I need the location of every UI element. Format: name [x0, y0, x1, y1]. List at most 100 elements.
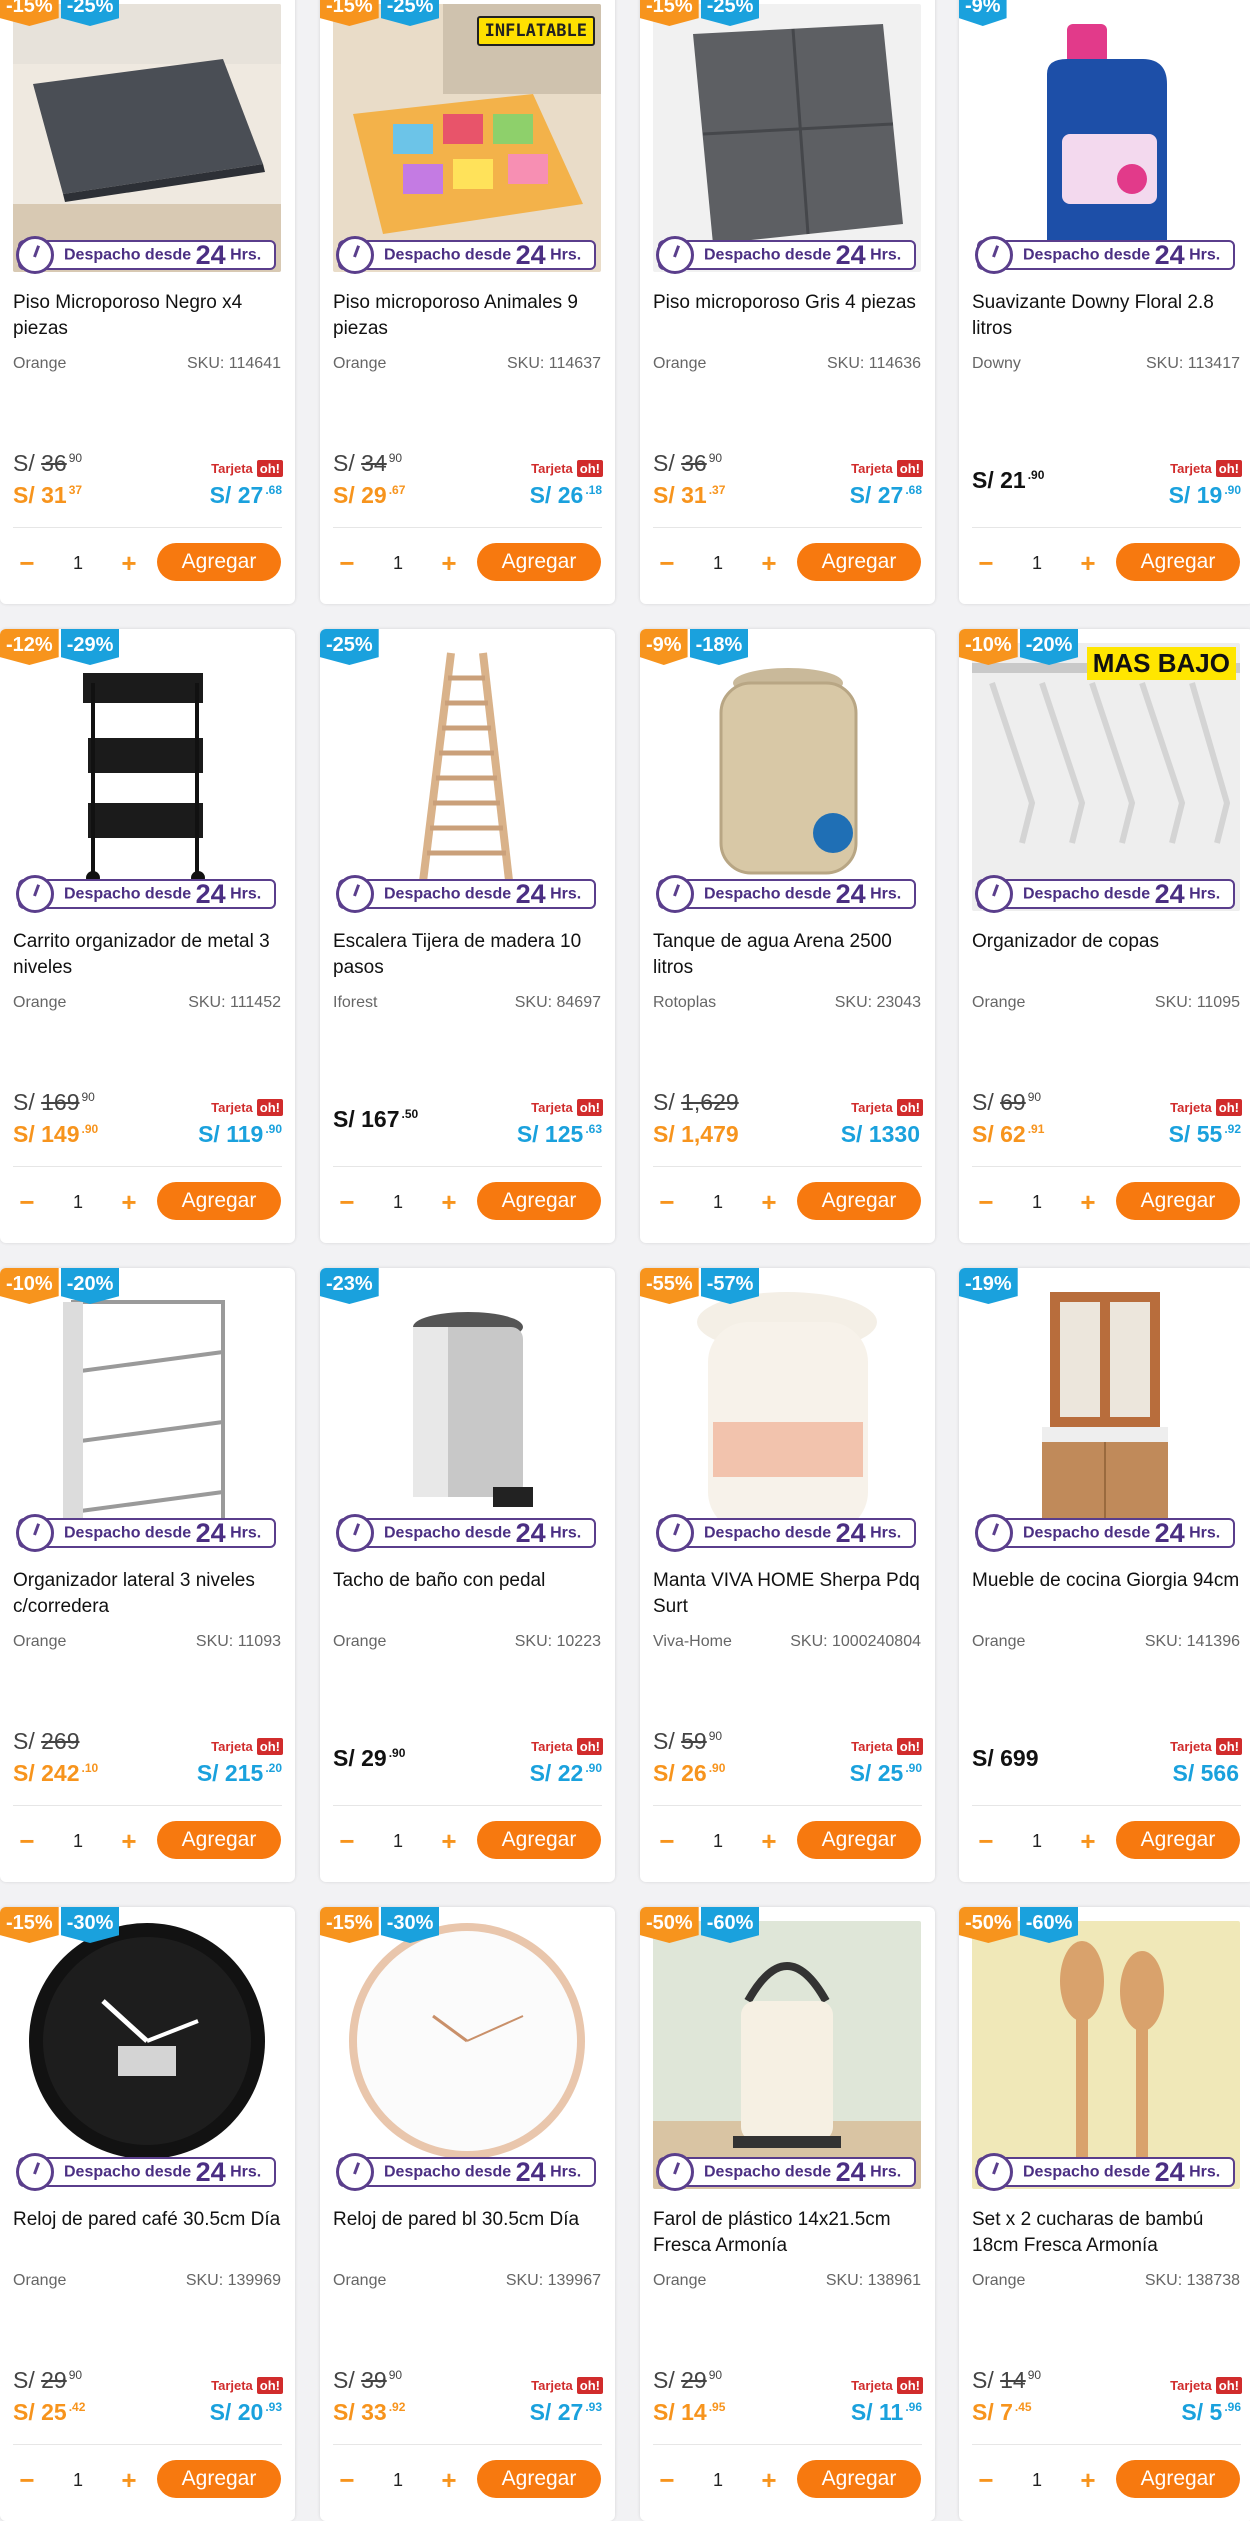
- decrease-button[interactable]: −: [653, 1187, 681, 1218]
- quantity-value[interactable]: 1: [1032, 2470, 1042, 2491]
- decrease-button[interactable]: −: [653, 548, 681, 579]
- decrease-button[interactable]: −: [333, 548, 361, 579]
- product-image[interactable]: [13, 1921, 281, 2189]
- quantity-stepper[interactable]: − 1 +: [972, 2460, 1102, 2500]
- product-card[interactable]: -15% -25% Despacho desde 24 Hrs. Piso Mic…: [0, 0, 295, 604]
- product-name[interactable]: Piso microporoso Animales 9 piezas: [333, 290, 603, 342]
- add-to-cart-button[interactable]: Agregar: [157, 1182, 281, 1220]
- product-card[interactable]: -10% -20% Despacho desde 24 Hrs. Organiza…: [0, 1268, 295, 1882]
- add-to-cart-button[interactable]: Agregar: [797, 2460, 921, 2498]
- product-name[interactable]: Piso Microporoso Negro x4 piezas: [13, 290, 283, 342]
- decrease-button[interactable]: −: [972, 2465, 1000, 2496]
- product-name[interactable]: Carrito organizador de metal 3 niveles: [13, 929, 283, 981]
- product-name[interactable]: Farol de plástico 14x21.5cm Fresca Armon…: [653, 2207, 923, 2259]
- increase-button[interactable]: +: [1074, 1826, 1102, 1857]
- decrease-button[interactable]: −: [972, 1187, 1000, 1218]
- quantity-stepper[interactable]: − 1 +: [972, 1182, 1102, 1222]
- quantity-stepper[interactable]: − 1 +: [972, 1821, 1102, 1861]
- product-card[interactable]: -9% Despacho desde 24 Hrs. Suavizante Do…: [959, 0, 1250, 604]
- decrease-button[interactable]: −: [653, 2465, 681, 2496]
- product-name[interactable]: Tacho de baño con pedal: [333, 1568, 603, 1594]
- product-card[interactable]: -23% Despacho desde 24 Hrs. Tacho de bañ…: [320, 1268, 615, 1882]
- quantity-value[interactable]: 1: [393, 553, 403, 574]
- quantity-value[interactable]: 1: [73, 2470, 83, 2491]
- quantity-value[interactable]: 1: [393, 2470, 403, 2491]
- increase-button[interactable]: +: [435, 1187, 463, 1218]
- add-to-cart-button[interactable]: Agregar: [477, 2460, 601, 2498]
- add-to-cart-button[interactable]: Agregar: [1116, 2460, 1240, 2498]
- quantity-stepper[interactable]: − 1 +: [13, 1821, 143, 1861]
- quantity-stepper[interactable]: − 1 +: [333, 2460, 463, 2500]
- product-image[interactable]: [653, 4, 921, 272]
- product-name[interactable]: Suavizante Downy Floral 2.8 litros: [972, 290, 1242, 342]
- decrease-button[interactable]: −: [333, 1826, 361, 1857]
- product-image[interactable]: [333, 1282, 601, 1550]
- product-card[interactable]: -50% -60% Despacho desde 24 Hrs. Set x 2 …: [959, 1907, 1250, 2521]
- product-card[interactable]: -10% -20% MAS BAJO Despacho desde 24 Hrs.…: [959, 629, 1250, 1243]
- product-image[interactable]: MAS BAJO: [972, 643, 1240, 911]
- product-image[interactable]: [13, 4, 281, 272]
- increase-button[interactable]: +: [435, 1826, 463, 1857]
- quantity-value[interactable]: 1: [713, 2470, 723, 2491]
- product-name[interactable]: Piso microporoso Gris 4 piezas: [653, 290, 923, 316]
- decrease-button[interactable]: −: [333, 1187, 361, 1218]
- product-card[interactable]: -25% Despacho desde 24 Hrs. Escalera Tij…: [320, 629, 615, 1243]
- quantity-value[interactable]: 1: [1032, 1831, 1042, 1852]
- add-to-cart-button[interactable]: Agregar: [477, 1182, 601, 1220]
- increase-button[interactable]: +: [115, 2465, 143, 2496]
- quantity-value[interactable]: 1: [713, 553, 723, 574]
- product-card[interactable]: -15% -25% Despacho desde 24 Hrs. Piso mic…: [640, 0, 935, 604]
- increase-button[interactable]: +: [755, 548, 783, 579]
- quantity-stepper[interactable]: − 1 +: [333, 543, 463, 583]
- product-name[interactable]: Tanque de agua Arena 2500 litros: [653, 929, 923, 981]
- increase-button[interactable]: +: [755, 2465, 783, 2496]
- add-to-cart-button[interactable]: Agregar: [797, 1182, 921, 1220]
- decrease-button[interactable]: −: [972, 548, 1000, 579]
- increase-button[interactable]: +: [755, 1826, 783, 1857]
- quantity-value[interactable]: 1: [393, 1192, 403, 1213]
- quantity-stepper[interactable]: − 1 +: [13, 1182, 143, 1222]
- quantity-stepper[interactable]: − 1 +: [972, 543, 1102, 583]
- quantity-value[interactable]: 1: [713, 1831, 723, 1852]
- increase-button[interactable]: +: [1074, 1187, 1102, 1218]
- increase-button[interactable]: +: [115, 1187, 143, 1218]
- product-card[interactable]: -12% -29% Despacho desde 24 Hrs. Carrito …: [0, 629, 295, 1243]
- product-image[interactable]: [333, 643, 601, 911]
- quantity-stepper[interactable]: − 1 +: [13, 543, 143, 583]
- quantity-stepper[interactable]: − 1 +: [653, 1821, 783, 1861]
- product-image[interactable]: INFLATABLE: [333, 4, 601, 272]
- product-card[interactable]: -15% -30% Despacho desde 24 Hrs. Reloj de…: [320, 1907, 615, 2521]
- increase-button[interactable]: +: [755, 1187, 783, 1218]
- increase-button[interactable]: +: [115, 1826, 143, 1857]
- add-to-cart-button[interactable]: Agregar: [1116, 543, 1240, 581]
- product-name[interactable]: Mueble de cocina Giorgia 94cm: [972, 1568, 1242, 1594]
- product-name[interactable]: Organizador lateral 3 niveles c/correder…: [13, 1568, 283, 1620]
- decrease-button[interactable]: −: [13, 548, 41, 579]
- quantity-stepper[interactable]: − 1 +: [13, 2460, 143, 2500]
- quantity-value[interactable]: 1: [1032, 553, 1042, 574]
- decrease-button[interactable]: −: [972, 1826, 1000, 1857]
- product-card[interactable]: -9% -18% Despacho desde 24 Hrs. Tanque de…: [640, 629, 935, 1243]
- quantity-value[interactable]: 1: [73, 1192, 83, 1213]
- add-to-cart-button[interactable]: Agregar: [797, 543, 921, 581]
- add-to-cart-button[interactable]: Agregar: [477, 543, 601, 581]
- decrease-button[interactable]: −: [333, 2465, 361, 2496]
- add-to-cart-button[interactable]: Agregar: [477, 1821, 601, 1859]
- product-name[interactable]: Escalera Tijera de madera 10 pasos: [333, 929, 603, 981]
- product-image[interactable]: [653, 1921, 921, 2189]
- product-image[interactable]: [972, 4, 1240, 272]
- add-to-cart-button[interactable]: Agregar: [157, 2460, 281, 2498]
- increase-button[interactable]: +: [1074, 548, 1102, 579]
- quantity-value[interactable]: 1: [1032, 1192, 1042, 1213]
- quantity-stepper[interactable]: − 1 +: [333, 1182, 463, 1222]
- product-name[interactable]: Organizador de copas: [972, 929, 1242, 955]
- increase-button[interactable]: +: [115, 548, 143, 579]
- quantity-stepper[interactable]: − 1 +: [653, 1182, 783, 1222]
- decrease-button[interactable]: −: [13, 1826, 41, 1857]
- decrease-button[interactable]: −: [13, 2465, 41, 2496]
- increase-button[interactable]: +: [435, 2465, 463, 2496]
- product-image[interactable]: [13, 643, 281, 911]
- product-image[interactable]: [653, 643, 921, 911]
- add-to-cart-button[interactable]: Agregar: [797, 1821, 921, 1859]
- quantity-stepper[interactable]: − 1 +: [333, 1821, 463, 1861]
